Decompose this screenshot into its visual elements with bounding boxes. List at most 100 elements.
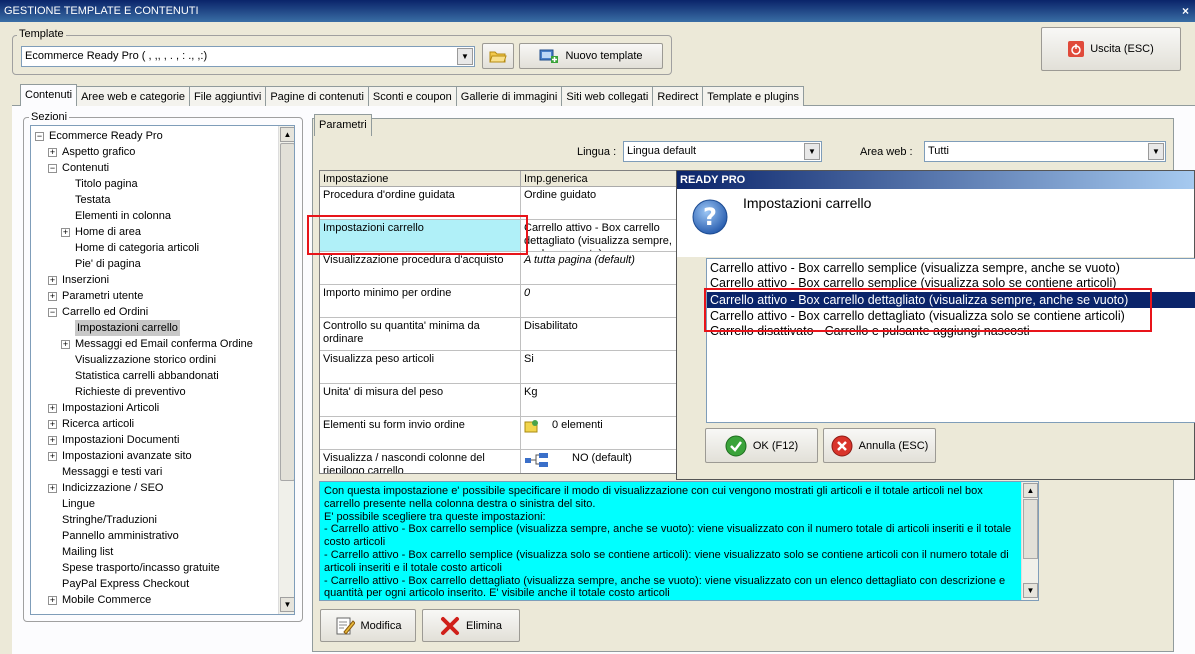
ok-button[interactable]: OK (F12) bbox=[705, 428, 818, 463]
tree-scrollbar[interactable]: ▲ ▼ bbox=[278, 126, 294, 614]
tree-item[interactable]: Stringhe/Traduzioni bbox=[62, 512, 157, 528]
collapse-icon[interactable]: − bbox=[48, 164, 57, 173]
window-title: GESTIONE TEMPLATE E CONTENUTI bbox=[4, 5, 199, 17]
expand-icon[interactable]: + bbox=[48, 484, 57, 493]
tree-item[interactable]: Visualizzazione storico ordini bbox=[75, 352, 216, 368]
modify-button[interactable]: Modifica bbox=[320, 609, 416, 642]
expand-icon[interactable]: + bbox=[61, 228, 70, 237]
table-row[interactable]: Visualizza / nascondi colonne del riepil… bbox=[320, 450, 678, 473]
tree-item[interactable]: Pannello amministrativo bbox=[62, 528, 179, 544]
chevron-down-icon[interactable]: ▼ bbox=[804, 143, 820, 160]
tab-file-aggiuntivi[interactable]: File aggiuntivi bbox=[189, 86, 267, 106]
tree-item[interactable]: PayPal Express Checkout bbox=[62, 576, 189, 592]
tree-item[interactable]: Spese trasporto/incasso gratuite bbox=[62, 560, 220, 576]
open-folder-button[interactable] bbox=[482, 43, 514, 69]
tree-item[interactable]: Ecommerce Ready Pro bbox=[49, 128, 163, 144]
tab-contenuti[interactable]: Contenuti bbox=[20, 84, 78, 106]
expand-icon[interactable]: + bbox=[48, 596, 57, 605]
scroll-up-icon[interactable]: ▲ bbox=[280, 127, 294, 142]
tab-parametri[interactable]: Parametri bbox=[314, 114, 372, 136]
tab-redirect[interactable]: Redirect bbox=[652, 86, 704, 106]
collapse-icon[interactable]: − bbox=[48, 308, 57, 317]
tree-item[interactable]: Statistica carrelli abbandonati bbox=[75, 368, 219, 384]
tree-item[interactable]: Inserzioni bbox=[62, 272, 109, 288]
tab-pagine-contenuti[interactable]: Pagine di contenuti bbox=[265, 86, 369, 106]
setting-value-text: Kg bbox=[524, 386, 538, 398]
modify-label: Modifica bbox=[360, 619, 402, 632]
tree-item[interactable]: Home di categoria articoli bbox=[75, 240, 199, 256]
tree-item[interactable]: Lingue bbox=[62, 496, 95, 512]
close-icon[interactable]: × bbox=[1182, 0, 1189, 22]
table-row[interactable]: Controllo su quantita' minima da ordinar… bbox=[320, 318, 678, 351]
collapse-icon[interactable]: − bbox=[35, 132, 44, 141]
tree-item[interactable]: Aspetto grafico bbox=[62, 144, 135, 160]
tree-item[interactable]: Contenuti bbox=[62, 160, 109, 176]
setting-value-text: 0 bbox=[524, 287, 531, 299]
tree-item[interactable]: Richieste di preventivo bbox=[75, 384, 186, 400]
cancel-button[interactable]: Annulla (ESC) bbox=[823, 428, 936, 463]
expand-icon[interactable]: + bbox=[48, 436, 57, 445]
tree-item[interactable]: Carrello ed Ordini bbox=[62, 304, 148, 320]
expand-icon[interactable]: + bbox=[61, 340, 70, 349]
table-row[interactable]: Visualizza peso articoli Si bbox=[320, 351, 678, 384]
description-scrollbar[interactable]: ▲ ▼ bbox=[1021, 482, 1038, 600]
table-row[interactable]: Elementi su form invio ordine 0 elementi bbox=[320, 417, 678, 450]
tree-item[interactable]: Impostazioni Documenti bbox=[62, 432, 179, 448]
window-titlebar: GESTIONE TEMPLATE E CONTENUTI × bbox=[0, 0, 1195, 22]
template-select[interactable]: Ecommerce Ready Pro ( , ,, , . , : ., ,:… bbox=[21, 46, 475, 67]
exit-button[interactable]: Uscita (ESC) bbox=[1041, 27, 1181, 71]
cart-options-list[interactable]: Carrello attivo - Box carrello semplice … bbox=[706, 258, 1195, 423]
tree-item[interactable]: Impostazioni carrello bbox=[75, 320, 180, 336]
cart-option[interactable]: Carrello attivo - Box carrello semplice … bbox=[707, 260, 1195, 276]
setting-value-text: NO (default) bbox=[572, 452, 632, 464]
tree-item[interactable]: Ricerca articoli bbox=[62, 416, 134, 432]
tree-item[interactable]: Mailing list bbox=[62, 544, 113, 560]
tree-item[interactable]: Titolo pagina bbox=[75, 176, 138, 192]
tree-item[interactable]: Home di area bbox=[75, 224, 141, 240]
table-row[interactable]: Visualizzazione procedura d'acquisto A tu… bbox=[320, 252, 678, 285]
tab-siti-collegati[interactable]: Siti web collegati bbox=[561, 86, 654, 106]
tree-scroll-thumb[interactable] bbox=[280, 143, 294, 481]
scroll-down-icon[interactable]: ▼ bbox=[1023, 583, 1038, 598]
tree-item[interactable]: Impostazioni avanzate sito bbox=[62, 448, 192, 464]
tab-aree-web[interactable]: Aree web e categorie bbox=[76, 86, 191, 106]
scroll-down-icon[interactable]: ▼ bbox=[280, 597, 294, 612]
tab-gallerie[interactable]: Gallerie di immagini bbox=[455, 86, 563, 106]
tree-item[interactable]: Indicizzazione / SEO bbox=[62, 480, 164, 496]
expand-icon[interactable]: + bbox=[48, 404, 57, 413]
setting-value-text: A tutta pagina (default) bbox=[524, 254, 635, 266]
tree-item[interactable]: Parametri utente bbox=[62, 288, 143, 304]
scroll-up-icon[interactable]: ▲ bbox=[1023, 483, 1038, 498]
table-row[interactable]: Unita' di misura del peso Kg bbox=[320, 384, 678, 417]
sections-tree[interactable]: − Ecommerce Ready Pro + Aspetto grafico − Con… bbox=[30, 125, 295, 615]
tab-sconti-coupon[interactable]: Sconti e coupon bbox=[367, 86, 457, 106]
setting-value-text: Disabilitato bbox=[524, 320, 578, 332]
expand-icon[interactable]: + bbox=[48, 276, 57, 285]
setting-value-cell: 0 elementi bbox=[521, 417, 678, 449]
chevron-down-icon[interactable]: ▼ bbox=[1148, 143, 1164, 160]
expand-icon[interactable]: + bbox=[48, 452, 57, 461]
description-scroll-thumb[interactable] bbox=[1023, 499, 1038, 559]
setting-value-cell: Kg bbox=[521, 384, 678, 416]
tree-item[interactable]: Impostazioni Articoli bbox=[62, 400, 159, 416]
language-select[interactable]: Lingua default ▼ bbox=[623, 141, 822, 162]
col-header-setting: Impostazione bbox=[320, 171, 521, 187]
tree-item[interactable]: Elementi in colonna bbox=[75, 208, 171, 224]
tree-item[interactable]: Mobile Commerce bbox=[62, 592, 151, 608]
folder-icon bbox=[489, 51, 507, 63]
chevron-down-icon[interactable]: ▼ bbox=[457, 48, 473, 65]
table-row[interactable]: Importo minimo per ordine 0 bbox=[320, 285, 678, 318]
tree-item[interactable]: Pie' di pagina bbox=[75, 256, 141, 272]
area-select[interactable]: Tutti ▼ bbox=[924, 141, 1166, 162]
template-group-label: Template bbox=[17, 28, 66, 40]
tab-template-plugins[interactable]: Template e plugins bbox=[702, 86, 805, 106]
delete-button[interactable]: Elimina bbox=[422, 609, 520, 642]
tree-item[interactable]: Messaggi e testi vari bbox=[62, 464, 162, 480]
tree-item[interactable]: Testata bbox=[75, 192, 110, 208]
tree-item[interactable]: Messaggi ed Email conferma Ordine bbox=[75, 336, 253, 352]
expand-icon[interactable]: + bbox=[48, 292, 57, 301]
expand-icon[interactable]: + bbox=[48, 420, 57, 429]
expand-icon[interactable]: + bbox=[48, 148, 57, 157]
new-template-icon bbox=[539, 49, 559, 63]
new-template-button[interactable]: Nuovo template bbox=[519, 43, 663, 69]
